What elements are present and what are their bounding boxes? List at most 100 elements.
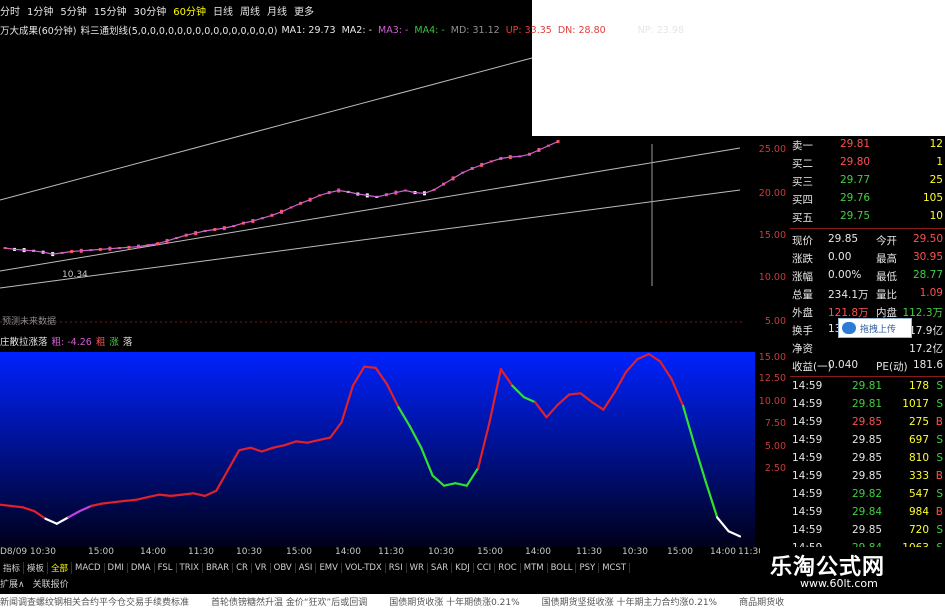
period-tab-0[interactable]: 分时 <box>0 3 20 18</box>
order-volume: 25 <box>929 174 943 186</box>
oscillator-tag-3: 落 <box>122 337 133 348</box>
quote-label: 净资 <box>792 343 813 355</box>
quote-row: 买五 29.75 10 <box>790 208 945 226</box>
indicator-tab[interactable]: ROC <box>495 563 521 573</box>
indicator-tab[interactable]: 模板 <box>24 562 49 574</box>
indicator-tab[interactable]: MTM <box>521 563 548 573</box>
indicator-tab[interactable]: 指标 <box>0 562 25 574</box>
time-tick: D8/09 10:30 <box>0 547 56 557</box>
oscillator-tag-1: 粗 <box>95 337 106 348</box>
indicator-tab[interactable]: WR <box>407 563 428 573</box>
news-item[interactable]: 国债期货坚挺收涨 十年期主力合约涨0.21% <box>542 595 717 608</box>
period-tab-8[interactable]: 月线 <box>267 3 287 18</box>
indicator-tab[interactable]: RSI <box>386 563 407 573</box>
indicator-tab[interactable]: TRIX <box>177 563 203 573</box>
quote-label: 收益(一) <box>792 361 832 373</box>
indicator-tab[interactable]: KDJ <box>452 563 474 573</box>
quote-row: 现价 29.85 今开 29.50 <box>790 231 945 249</box>
indicator-tab[interactable]: EMV <box>316 563 342 573</box>
indicator-tab[interactable]: PSY <box>576 563 600 573</box>
tick-price: 29.85 <box>852 416 883 428</box>
indicator-tab[interactable]: VR <box>252 563 271 573</box>
time-tick: 15:00 <box>477 547 503 557</box>
period-tab-2[interactable]: 5分钟 <box>60 3 86 18</box>
quote-value: 30.95 <box>912 251 943 263</box>
indicator-tab[interactable]: MACD <box>72 563 105 573</box>
extension-button[interactable]: 扩展∧ <box>0 577 25 590</box>
quote-value: 181.6 <box>912 359 943 371</box>
indicator-tab[interactable]: VOL-TDX <box>342 563 386 573</box>
quote-label: 现价 <box>792 235 813 247</box>
period-tab-6[interactable]: 日线 <box>213 3 233 18</box>
oscillator-tick: 5.00 <box>764 441 786 452</box>
price-axis: 25.00 20.00 15.00 10.00 5.00 <box>745 136 790 354</box>
tick-time: 14:59 <box>792 398 823 410</box>
extension-button[interactable]: 关联报价 <box>33 577 69 590</box>
tick-time: 14:59 <box>792 416 823 428</box>
indicator-tab[interactable]: SAR <box>428 563 453 573</box>
tick-volume: 984 <box>908 506 929 518</box>
indicator-tab[interactable]: MCST <box>599 563 631 573</box>
indicator-tab[interactable]: BOLL <box>548 563 577 573</box>
period-tab-7[interactable]: 周线 <box>240 3 260 18</box>
tick-volume: 547 <box>908 488 929 500</box>
tick-volume: 697 <box>908 434 929 446</box>
quote-row: 涨幅 0.00% 最低 28.77 <box>790 267 945 285</box>
extension-bar: 扩展∧ 关联报价 <box>0 576 760 590</box>
indicator-tab[interactable]: CCI <box>474 563 496 573</box>
news-item[interactable]: 国债期货收涨 十年期债涨0.21% <box>389 595 519 608</box>
candlestick-chart[interactable]: 10.34 预测未来数据 <box>0 40 745 346</box>
quote-row: 14:59 29.85 333 B <box>790 468 945 486</box>
order-volume: 12 <box>929 138 943 150</box>
price-tick: 10.00 <box>758 272 786 283</box>
indicator-tab[interactable]: BRAR <box>203 563 234 573</box>
stock-period-label: 万大成果(60分钟) <box>0 26 77 37</box>
indicator-item: MA4: - <box>414 24 445 36</box>
order-label: 买四 <box>792 194 813 206</box>
oscillator-axis: 15.00 12.50 10.00 7.50 5.00 2.50 <box>745 352 790 547</box>
news-item[interactable]: 商品期货收 <box>739 595 784 608</box>
indicator-tab[interactable]: ASI <box>296 563 317 573</box>
tick-volume: 178 <box>908 380 929 392</box>
quote-row: 14:59 29.81 178 S <box>790 378 945 396</box>
tick-side: S <box>936 452 943 464</box>
news-item[interactable]: 首轮债镑糖然升温 金价“狂欢”后或回调 <box>211 595 367 608</box>
quote-value: 0.040 <box>828 359 859 371</box>
period-tab-3[interactable]: 15分钟 <box>94 3 127 18</box>
price-tick: 5.00 <box>764 316 786 327</box>
tick-time: 14:59 <box>792 506 823 518</box>
period-tab-9[interactable]: 更多 <box>294 3 314 18</box>
quote-label: 最低 <box>876 271 897 283</box>
indicator-tab[interactable]: 全部 <box>48 562 73 574</box>
indicator-tab[interactable]: DMI <box>105 563 128 573</box>
time-tick: 11:30 <box>576 547 602 557</box>
indicator-tab[interactable]: DMA <box>128 563 155 573</box>
quote-value: 29.50 <box>912 233 943 245</box>
formula-label: 料三通划线(5,0,0,0,0,0,0,0,0,0,0,0,0,0,0,0) <box>80 26 278 37</box>
tick-time: 14:59 <box>792 452 823 464</box>
order-label: 买五 <box>792 212 813 224</box>
time-tick: 10:30 <box>428 547 454 557</box>
quote-row: 买三 29.77 25 <box>790 172 945 190</box>
time-tick: 15:00 <box>286 547 312 557</box>
period-tab-4[interactable]: 30分钟 <box>133 3 166 18</box>
indicator-tab[interactable]: CR <box>233 563 252 573</box>
oscillator-tag-2: 涨 <box>109 337 119 348</box>
tick-volume: 1017 <box>902 398 929 410</box>
indicator-tab[interactable]: FSL <box>155 563 177 573</box>
period-tab-1[interactable]: 1分钟 <box>27 3 53 18</box>
quote-value: 29.85 <box>828 233 859 245</box>
oscillator-segment <box>124 498 138 502</box>
period-tab-5[interactable]: 60分钟 <box>173 3 206 18</box>
order-label: 买二 <box>792 158 813 170</box>
oscillator-segment <box>568 392 582 396</box>
news-item[interactable]: 新闻调查螺纹钢相关合约平今仓交易手续费标准 <box>0 595 189 608</box>
quote-row: 14:59 29.81 1017 S <box>790 396 945 414</box>
quote-label: 外盘 <box>792 307 813 319</box>
quote-row: 买四 29.76 105 <box>790 190 945 208</box>
oscillator-chart[interactable] <box>0 352 790 547</box>
upload-popup[interactable]: 拖拽上传 <box>838 318 912 338</box>
indicator-tab[interactable]: OBV <box>271 563 296 573</box>
tick-price: 29.85 <box>852 452 883 464</box>
upload-label: 拖拽上传 <box>860 324 897 335</box>
